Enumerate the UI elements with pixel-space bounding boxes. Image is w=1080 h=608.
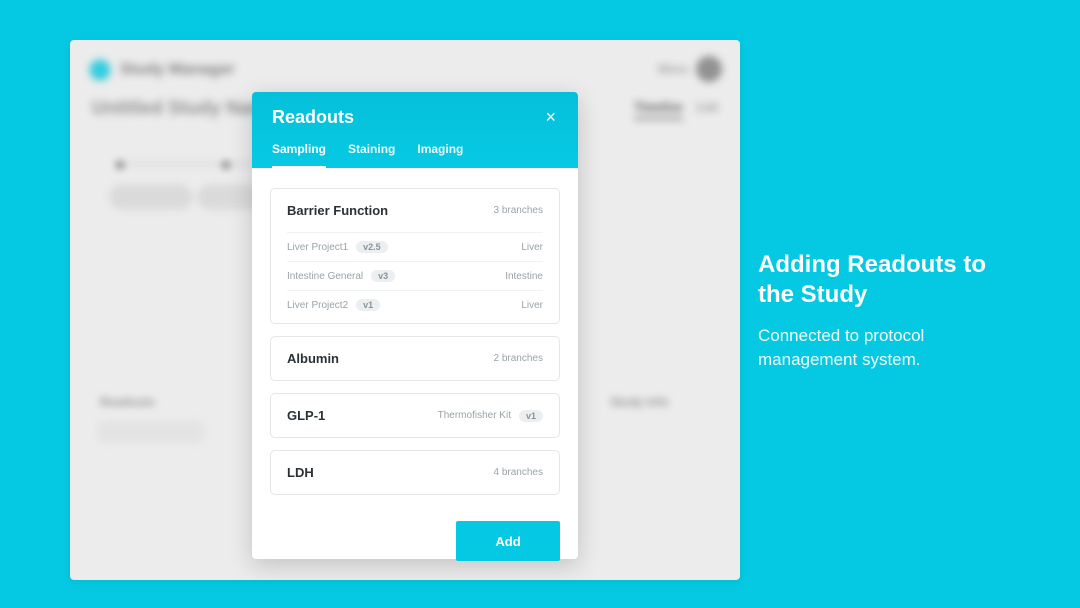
- close-icon[interactable]: ×: [541, 106, 560, 128]
- avatar[interactable]: [696, 56, 722, 82]
- tab-imaging[interactable]: Imaging: [417, 142, 463, 168]
- branch-row[interactable]: Liver Project2 v1 Liver: [287, 290, 543, 319]
- timeline-chip[interactable]: [110, 185, 192, 209]
- readout-kit: Thermofisher Kit v1: [438, 410, 543, 422]
- branch-tag: Liver: [521, 300, 543, 311]
- modal-tabs: Sampling Staining Imaging: [272, 142, 560, 168]
- readout-title: Albumin: [287, 351, 339, 366]
- tab-staining[interactable]: Staining: [348, 142, 395, 168]
- tab-timeline[interactable]: Timeline: [634, 100, 682, 120]
- modal-footer: Add: [252, 521, 578, 559]
- caption-subtitle: Connected to protocol management system.: [758, 324, 1018, 372]
- version-badge: v1: [356, 299, 380, 311]
- readout-meta: 3 branches: [494, 205, 543, 216]
- readout-card-barrier-function[interactable]: Barrier Function 3 branches Liver Projec…: [270, 188, 560, 324]
- readout-title: GLP-1: [287, 408, 325, 423]
- app-window: Study Manager Menu Untitled Study Name T…: [70, 40, 740, 580]
- branch-tag: Liver: [521, 242, 543, 253]
- branch-row[interactable]: Intestine General v3 Intestine: [287, 261, 543, 290]
- menu-label: Menu: [658, 62, 688, 76]
- branch-name: Liver Project1: [287, 242, 348, 253]
- modal-body: Barrier Function 3 branches Liver Projec…: [252, 168, 578, 521]
- section-studyinfo-label: Study Info: [610, 395, 669, 409]
- page-caption: Adding Readouts to the Study Connected t…: [758, 250, 1018, 372]
- version-badge: v1: [519, 410, 543, 422]
- branch-name: Intestine General: [287, 271, 363, 282]
- caption-title: Adding Readouts to the Study: [758, 250, 1018, 310]
- modal-title: Readouts: [272, 107, 354, 128]
- readout-card-glp1[interactable]: GLP-1 Thermofisher Kit v1: [270, 393, 560, 438]
- readout-title: Barrier Function: [287, 203, 388, 218]
- view-tabs: Timeline List: [634, 100, 718, 120]
- tab-list[interactable]: List: [697, 100, 718, 120]
- readout-pill[interactable]: [96, 420, 206, 444]
- modal-header: Readouts × Sampling Staining Imaging: [252, 92, 578, 168]
- readout-title: LDH: [287, 465, 314, 480]
- app-name: Study Manager: [120, 61, 235, 79]
- version-badge: v2.5: [356, 241, 388, 253]
- section-readouts-label: Readouts: [100, 395, 155, 409]
- branch-tag: Intestine: [505, 271, 543, 282]
- branch-row[interactable]: Liver Project1 v2.5 Liver: [287, 232, 543, 261]
- kit-name: Thermofisher Kit: [438, 410, 511, 421]
- add-button[interactable]: Add: [456, 521, 560, 561]
- app-logo-icon: [88, 58, 112, 82]
- readout-card-albumin[interactable]: Albumin 2 branches: [270, 336, 560, 381]
- document-title: Untitled Study Name: [92, 98, 278, 120]
- readouts-modal: Readouts × Sampling Staining Imaging Bar…: [252, 92, 578, 559]
- branch-list: Liver Project1 v2.5 Liver Intestine Gene…: [271, 232, 559, 319]
- version-badge: v3: [371, 270, 395, 282]
- branch-name: Liver Project2: [287, 300, 348, 311]
- readout-card-ldh[interactable]: LDH 4 branches: [270, 450, 560, 495]
- tab-sampling[interactable]: Sampling: [272, 142, 326, 168]
- readout-meta: 4 branches: [494, 467, 543, 478]
- readout-meta: 2 branches: [494, 353, 543, 364]
